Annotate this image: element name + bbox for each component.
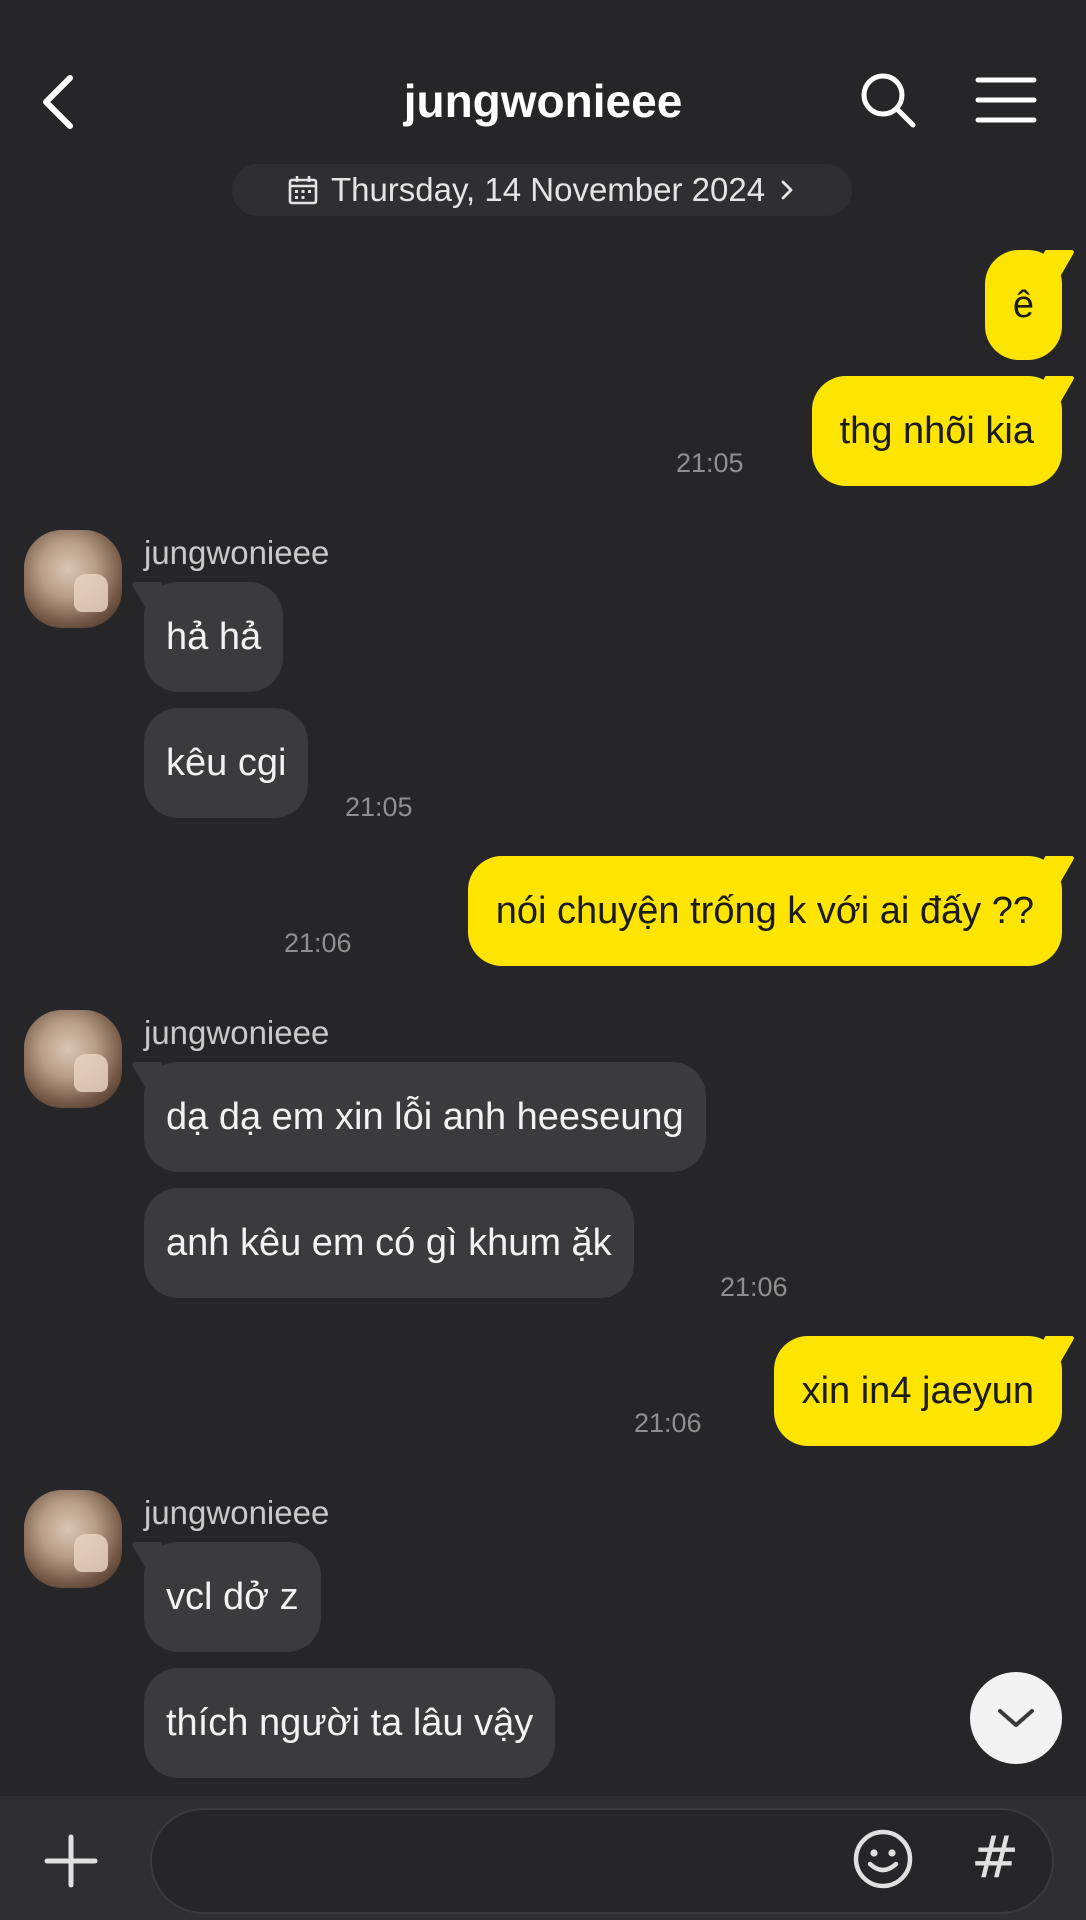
chevron-right-icon — [781, 180, 793, 200]
chevron-down-icon — [998, 1709, 1034, 1727]
received-message[interactable]: anh kêu em có gì khum ặk — [144, 1188, 634, 1298]
emoji-button[interactable] — [852, 1828, 914, 1890]
avatar[interactable] — [24, 1490, 122, 1588]
hashtag-button[interactable]: # — [970, 1826, 1020, 1888]
chat-title: jungwonieee — [403, 75, 683, 127]
received-message[interactable]: kêu cgi — [144, 708, 309, 818]
attach-button[interactable] — [44, 1834, 98, 1888]
sent-message[interactable]: ê — [984, 250, 1062, 360]
avatar-photo — [74, 1054, 108, 1092]
avatar[interactable] — [24, 530, 122, 628]
message-time: 21:06 — [284, 928, 352, 958]
date-label: Thursday, 14 November 2024 — [330, 171, 766, 208]
received-message[interactable]: thích người ta lâu vậy — [144, 1668, 556, 1778]
sent-message[interactable]: xin in4 jaeyun — [773, 1336, 1062, 1446]
chat-screen: jungwonieee Thursday, 14 November 2024 ê… — [0, 0, 1086, 1920]
avatar[interactable] — [24, 1010, 122, 1108]
message-time: 21:05 — [676, 448, 744, 478]
sent-message[interactable]: nói chuyện trống k với ai đấy ?? — [467, 856, 1062, 966]
menu-button[interactable] — [974, 74, 1038, 126]
sender-name: jungwonieee — [144, 1494, 330, 1531]
message-input[interactable] — [150, 1808, 1054, 1914]
avatar-photo — [74, 1534, 108, 1572]
message-time: 21:06 — [720, 1272, 788, 1302]
received-message[interactable]: dạ dạ em xin lỗi anh heeseung — [144, 1062, 706, 1172]
date-selector[interactable]: Thursday, 14 November 2024 — [232, 164, 852, 216]
message-time: 21:06 — [634, 1408, 702, 1438]
message-time: 21:05 — [345, 792, 413, 822]
emoji-icon — [853, 1829, 913, 1889]
scroll-to-bottom-button[interactable] — [970, 1672, 1062, 1764]
sender-name: jungwonieee — [144, 534, 330, 571]
hamburger-menu-icon — [975, 77, 1037, 123]
sent-message[interactable]: thg nhõi kia — [811, 376, 1062, 486]
received-message[interactable]: vcl dở z — [144, 1542, 321, 1652]
chat-header: jungwonieee — [0, 0, 1086, 160]
sender-name: jungwonieee — [144, 1014, 330, 1051]
received-message[interactable]: hả hả — [144, 582, 284, 692]
plus-icon — [44, 1834, 98, 1888]
search-icon — [861, 73, 916, 128]
search-button[interactable] — [858, 70, 918, 130]
calendar-icon — [288, 176, 318, 205]
avatar-photo — [74, 574, 108, 612]
